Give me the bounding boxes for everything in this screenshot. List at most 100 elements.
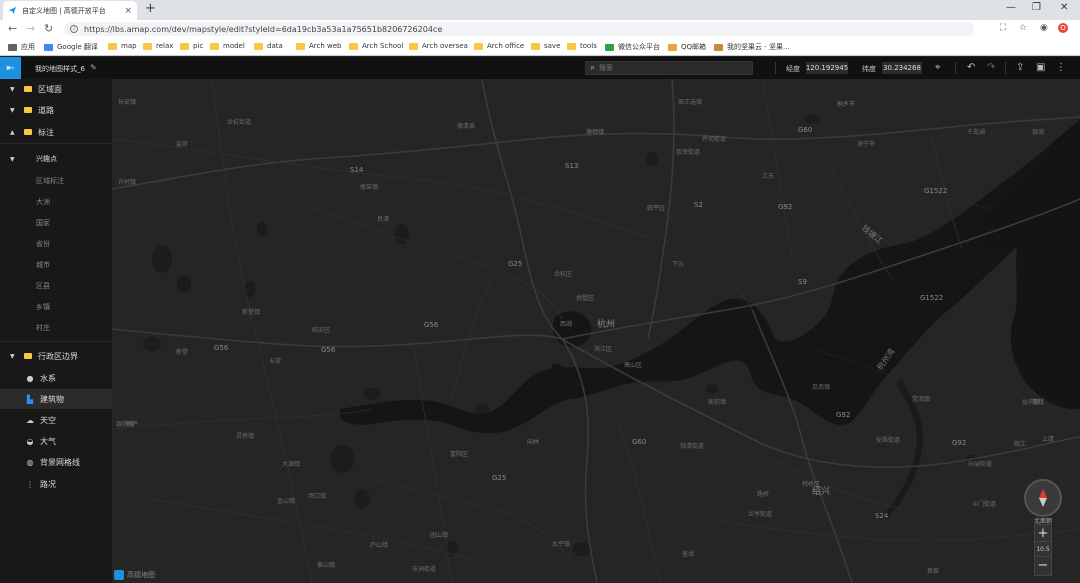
opera-extension-icon[interactable]: O — [1058, 23, 1068, 33]
bookmark-item[interactable]: pic — [180, 42, 203, 50]
sidebar-item-9[interactable]: 区县 — [0, 276, 112, 296]
sidebar-item-18[interactable]: ⋮ 路况 — [0, 474, 112, 494]
search-box[interactable]: ⌕ — [585, 61, 753, 75]
locate-icon[interactable]: ⌖ — [935, 62, 941, 73]
map-label-town: 太平镇 — [552, 541, 571, 548]
compass-control[interactable] — [1024, 479, 1062, 517]
map-label-road: S9 — [798, 278, 807, 286]
bookmark-item[interactable]: data — [254, 42, 283, 50]
collapse-sidebar-icon[interactable]: ⇤ — [0, 57, 21, 79]
more-menu-icon[interactable]: ⋮ — [1056, 62, 1066, 73]
sidebar-item-label: 道路 — [38, 105, 54, 115]
sidebar-item-4[interactable]: 区域标注 — [0, 171, 112, 191]
map-label-town: 崇贤街道 — [676, 149, 701, 156]
bookmark-item[interactable]: QQ邮箱 — [668, 42, 706, 52]
sidebar-item-2[interactable]: ▲ 标注 — [0, 122, 112, 142]
chevron-down-icon[interactable]: ▼ — [10, 353, 20, 360]
sidebar-item-14[interactable]: ▙ 建筑物 — [0, 389, 112, 409]
bookmarks-bar: 应用 Google 翻译 map relax pic model data Arch web A… — [0, 38, 1080, 56]
edit-name-icon[interactable]: ✎ — [90, 63, 97, 72]
map-graphics — [112, 79, 1080, 583]
profile-icon[interactable]: ◉ — [1040, 23, 1048, 33]
latitude-label: 纬度 — [862, 65, 876, 73]
sidebar-item-11[interactable]: 村庄 — [0, 318, 112, 338]
restore-window-icon[interactable]: ❐ — [1032, 2, 1041, 13]
bookmark-item[interactable]: Arch office — [474, 42, 524, 50]
new-tab-icon[interactable]: + — [145, 1, 156, 16]
bookmark-item[interactable]: Google 翻译 — [44, 42, 98, 52]
longitude-value[interactable]: 120.192945 — [806, 62, 848, 74]
map-canvas[interactable]: 杭州 西湖 绍兴 钱塘江 杭州湾 G60 G60 G92 G92 G92 G25… — [112, 79, 1080, 583]
sidebar-item-8[interactable]: 城市 — [0, 255, 112, 275]
sidebar-item-16[interactable]: ◒ 大气 — [0, 431, 112, 451]
sidebar-item-15[interactable]: ☁ 天空 — [0, 410, 112, 430]
sidebar-item-13[interactable]: ● 水系 — [0, 368, 112, 388]
forward-icon[interactable]: → — [26, 22, 35, 35]
chevron-down-icon[interactable]: ▼ — [10, 107, 20, 114]
app-toolbar: ⇤ 我的地图样式_6 ✎ ⌕ 经度 120.192945 纬度 30.23426… — [0, 57, 1080, 79]
bookmark-item[interactable]: tools — [567, 42, 597, 50]
sidebar-item-7[interactable]: 省份 — [0, 234, 112, 254]
sidebar-item-5[interactable]: 大洲 — [0, 192, 112, 212]
bookmark-folder-icon — [409, 42, 418, 50]
map-label-city: 海宁市 — [857, 141, 876, 148]
site-info-icon[interactable]: i — [70, 25, 78, 33]
translate-icon[interactable]: ⛶ — [1000, 23, 1006, 33]
sidebar-item-10[interactable]: 乡镇 — [0, 297, 112, 317]
bookmark-label: save — [544, 42, 561, 50]
bookmark-item[interactable]: relax — [143, 42, 173, 50]
chevron-down-icon[interactable]: ▼ — [10, 156, 20, 163]
map-label-town: 金山镇 — [277, 498, 296, 505]
upload-icon[interactable]: ⇪ — [1016, 62, 1024, 73]
sidebar-item-17[interactable]: ◍ 背景网格线 — [0, 452, 112, 472]
zoom-in-button[interactable]: + — [1035, 525, 1051, 541]
sidebar-divider — [0, 143, 112, 144]
minimize-window-icon[interactable]: — — [1006, 2, 1016, 13]
zoom-out-button[interactable]: − — [1035, 557, 1051, 573]
close-tab-icon[interactable]: × — [124, 6, 132, 16]
map-label-town: 塘栖镇 — [586, 129, 605, 136]
map-label-town: 五常 — [269, 358, 282, 365]
bookmark-item[interactable]: map — [108, 42, 137, 50]
browser-tab-active[interactable]: 自定义地图 | 高德开放平台 × — [3, 1, 137, 20]
bookmark-folder-icon — [531, 42, 540, 50]
map-label-town: 团山镇 — [430, 532, 449, 539]
sidebar-item-6[interactable]: 国家 — [0, 213, 112, 233]
map-label-district: 临平区 — [647, 205, 666, 212]
sidebar-item-0[interactable]: ▼ 区域面 — [0, 79, 112, 99]
bookmark-label: pic — [193, 42, 204, 50]
chevron-down-icon[interactable]: ▼ — [10, 86, 20, 93]
reload-icon[interactable]: ↻ — [44, 22, 53, 35]
redo-icon[interactable]: ↷ — [987, 62, 995, 73]
bookmark-label: 我的坚果云 - 坚果... — [727, 43, 790, 51]
bookmark-label: model — [223, 42, 245, 50]
undo-icon[interactable]: ↶ — [967, 62, 975, 73]
bookmark-item[interactable]: 应用 — [8, 42, 35, 52]
sidebar-item-3[interactable]: ▼ 兴趣点 — [0, 149, 112, 169]
browser-tab-bar: 自定义地图 | 高德开放平台 × + — ❐ ✕ — [0, 0, 1080, 20]
bookmark-item[interactable]: save — [531, 42, 560, 50]
bookmark-folder-icon — [108, 42, 117, 50]
sidebar-item-12[interactable]: ▼ 行政区边界 — [0, 346, 112, 366]
close-window-icon[interactable]: ✕ — [1060, 2, 1068, 13]
bookmark-item[interactable]: Arch School — [349, 42, 403, 50]
bookmark-item[interactable]: model — [210, 42, 245, 50]
map-label-road: G1522 — [924, 187, 948, 195]
apps-grid-icon — [8, 43, 17, 51]
sidebar-item-1[interactable]: ▼ 道路 — [0, 100, 112, 120]
search-input[interactable] — [599, 64, 740, 72]
map-label-town: 袁家 — [927, 568, 940, 575]
back-icon[interactable]: ← — [8, 22, 17, 35]
save-icon[interactable]: ▣ — [1036, 62, 1045, 73]
toolbar-divider — [1005, 62, 1006, 74]
chevron-up-icon[interactable]: ▲ — [10, 129, 20, 136]
bookmark-item[interactable]: Arch web — [296, 42, 342, 50]
bookmark-item[interactable]: 我的坚果云 - 坚果... — [714, 42, 790, 52]
latitude-value[interactable]: 30.234268 — [882, 62, 922, 74]
bookmark-star-icon[interactable]: ☆ — [1019, 23, 1027, 33]
bookmark-item[interactable]: Arch oversea — [409, 42, 468, 50]
bookmark-label: Arch web — [309, 42, 342, 50]
map-label-district: 萧山区 — [624, 362, 643, 369]
bookmark-item[interactable]: 微信公众平台 — [605, 42, 660, 52]
url-field[interactable]: i https://lbs.amap.com/dev/mapstyle/edit… — [64, 22, 974, 36]
